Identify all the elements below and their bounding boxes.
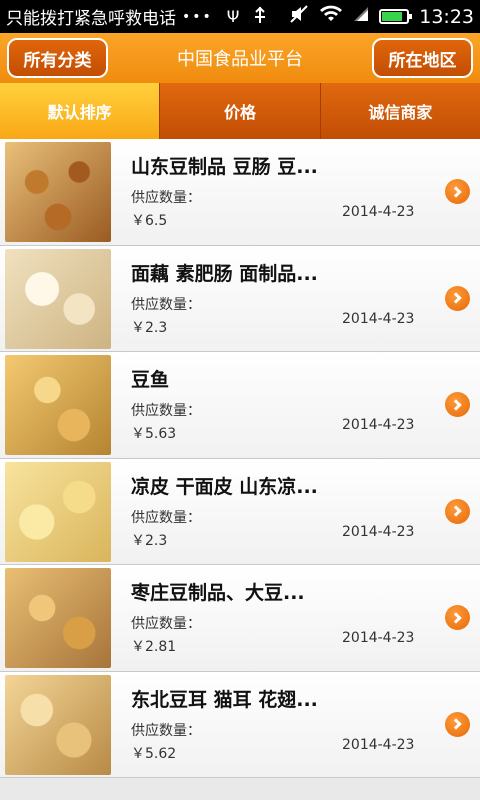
list-item[interactable]: 凉皮 干面皮 山东凉... 供应数量： ￥2.3 2014-4-23	[0, 458, 480, 565]
sort-tabs: 默认排序 价格 诚信商家	[0, 83, 480, 139]
chevron-right-icon[interactable]	[445, 179, 470, 204]
product-price: ￥5.62	[131, 745, 177, 762]
chevron-right-icon[interactable]	[445, 605, 470, 630]
product-thumbnail	[5, 248, 111, 349]
product-name: 枣庄豆制品、大豆...	[131, 582, 305, 604]
supply-quantity-label: 供应数量：	[131, 722, 201, 739]
product-thumbnail	[5, 142, 111, 242]
product-date: 2014-4-23	[342, 310, 415, 327]
emergency-call-text: 只能拨打紧急呼救电话	[6, 9, 176, 29]
clock: 13:23	[419, 5, 474, 28]
chevron-right-icon[interactable]	[445, 711, 470, 737]
all-categories-button[interactable]: 所有分类	[7, 38, 108, 78]
product-name: 东北豆耳 猫耳 花翅...	[131, 688, 318, 711]
status-bar: 只能拨打紧急呼救电话 ••• Ψ 13:23	[0, 0, 480, 33]
supply-quantity-label: 供应数量：	[131, 296, 201, 313]
mute-icon	[289, 5, 309, 28]
supply-quantity-label: 供应数量：	[131, 403, 201, 419]
page-title: 中国食品业平台	[177, 49, 303, 70]
product-list: 山东豆制品 豆肠 豆... 供应数量： ￥6.5 2014-4-23 面藕 素肥…	[0, 139, 480, 800]
product-date: 2014-4-23	[342, 204, 415, 220]
product-thumbnail	[5, 674, 111, 775]
chevron-right-icon[interactable]	[445, 392, 470, 417]
product-date: 2014-4-23	[342, 736, 415, 753]
battery-icon	[379, 9, 413, 24]
status-icons: 13:23	[289, 5, 474, 28]
chevron-right-icon[interactable]	[445, 498, 470, 524]
tab-trusted-merchants[interactable]: 诚信商家	[321, 83, 480, 139]
wifi-icon	[319, 5, 343, 28]
product-name: 凉皮 干面皮 山东凉...	[131, 475, 318, 498]
chevron-right-icon[interactable]	[445, 285, 470, 311]
product-name: 豆鱼	[131, 369, 170, 391]
overflow-indicator: •••	[182, 8, 213, 25]
product-date: 2014-4-23	[342, 630, 415, 646]
list-item[interactable]: 枣庄豆制品、大豆... 供应数量： ￥2.81 2014-4-23	[0, 565, 480, 672]
product-thumbnail	[5, 461, 111, 562]
list-item[interactable]: 山东豆制品 豆肠 豆... 供应数量： ￥6.5 2014-4-23	[0, 139, 480, 246]
product-price: ￥2.3	[131, 319, 168, 336]
signal-icon	[353, 6, 369, 27]
product-price: ￥5.63	[131, 426, 177, 442]
product-price: ￥2.3	[131, 532, 168, 549]
location-button[interactable]: 所在地区	[372, 38, 473, 78]
list-item[interactable]: 豆鱼 供应数量： ￥5.63 2014-4-23	[0, 352, 480, 459]
product-name: 面藕 素肥肠 面制品...	[131, 262, 318, 285]
product-price: ￥6.5	[131, 213, 168, 229]
list-item[interactable]: 面藕 素肥肠 面制品... 供应数量： ￥2.3 2014-4-23	[0, 245, 480, 352]
usb-icon: Ψ	[226, 7, 240, 26]
product-thumbnail	[5, 568, 111, 668]
header-bar: 所有分类 中国食品业平台 所在地区	[0, 33, 480, 83]
supply-quantity-label: 供应数量：	[131, 190, 201, 206]
supply-quantity-label: 供应数量：	[131, 616, 201, 632]
list-item[interactable]: 东北豆耳 猫耳 花翅... 供应数量： ￥5.62 2014-4-23	[0, 671, 480, 778]
tab-price[interactable]: 价格	[160, 83, 321, 139]
product-date: 2014-4-23	[342, 417, 415, 433]
usb-debug-icon	[253, 6, 267, 28]
product-name: 山东豆制品 豆肠 豆...	[131, 156, 318, 178]
product-date: 2014-4-23	[342, 523, 415, 540]
product-price: ￥2.81	[131, 639, 177, 655]
product-thumbnail	[5, 355, 111, 455]
tab-default-sort[interactable]: 默认排序	[0, 83, 161, 139]
supply-quantity-label: 供应数量：	[131, 509, 201, 526]
